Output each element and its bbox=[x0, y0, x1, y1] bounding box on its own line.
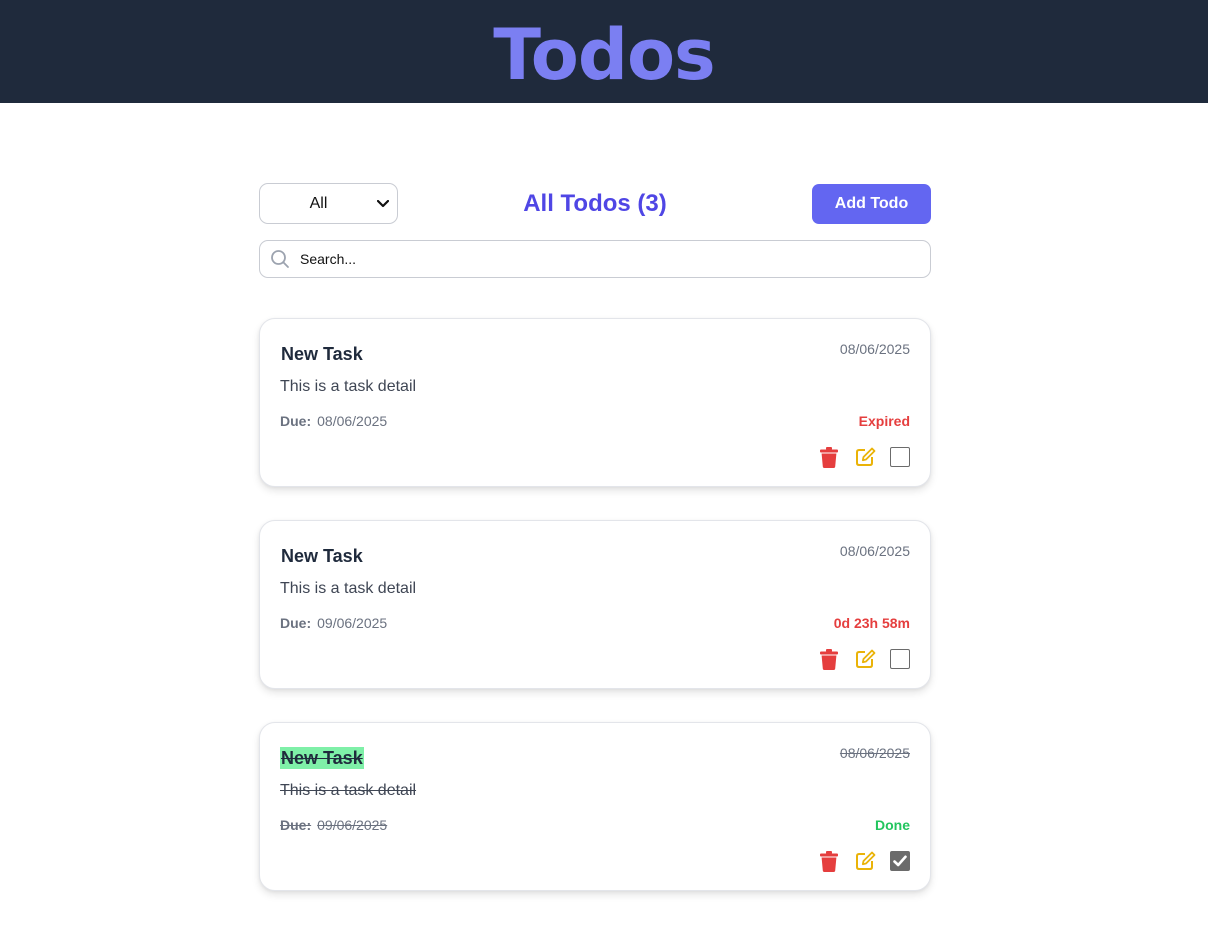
todo-container: All All Todos (3) Add Todo New Task 08/0… bbox=[259, 183, 931, 924]
search-icon bbox=[260, 249, 300, 269]
todo-actions bbox=[818, 648, 910, 670]
todo-title: New Task bbox=[281, 546, 363, 566]
due-date: 08/06/2025 bbox=[317, 413, 388, 429]
todo-status: Expired bbox=[858, 413, 910, 429]
complete-checkbox[interactable] bbox=[890, 851, 910, 871]
search-box bbox=[259, 240, 931, 278]
todo-title: New Task bbox=[281, 344, 363, 364]
due-date: 09/06/2025 bbox=[317, 615, 388, 631]
todo-title: New Task bbox=[280, 747, 364, 769]
toolbar: All All Todos (3) Add Todo bbox=[259, 183, 931, 224]
todo-card: New Task 08/06/2025 This is a task detai… bbox=[259, 520, 931, 689]
trash-icon[interactable] bbox=[818, 648, 840, 670]
search-input[interactable] bbox=[300, 244, 930, 274]
add-todo-button[interactable]: Add Todo bbox=[812, 184, 931, 224]
trash-icon[interactable] bbox=[818, 850, 840, 872]
todo-card: New Task 08/06/2025 This is a task detai… bbox=[259, 722, 931, 891]
todo-status: Done bbox=[875, 817, 910, 833]
todo-detail: This is a task detail bbox=[280, 378, 417, 395]
todo-actions bbox=[818, 446, 910, 468]
edit-icon[interactable] bbox=[854, 446, 876, 468]
due-date: 09/06/2025 bbox=[317, 817, 388, 833]
edit-icon[interactable] bbox=[854, 850, 876, 872]
todo-list: New Task 08/06/2025 This is a task detai… bbox=[259, 318, 931, 891]
todo-actions bbox=[818, 850, 910, 872]
checkmark-icon bbox=[893, 855, 907, 867]
edit-icon[interactable] bbox=[854, 648, 876, 670]
app-title: Todos bbox=[493, 14, 715, 96]
todo-created-date: 08/06/2025 bbox=[839, 543, 910, 559]
todo-card: New Task 08/06/2025 This is a task detai… bbox=[259, 318, 931, 487]
todo-due: Due: 08/06/2025 bbox=[280, 413, 387, 429]
todo-detail: This is a task detail bbox=[280, 580, 417, 597]
due-label: Due: bbox=[280, 817, 312, 833]
due-label: Due: bbox=[280, 615, 312, 631]
todo-due: Due: 09/06/2025 bbox=[280, 817, 387, 833]
app-header: Todos bbox=[0, 0, 1208, 103]
todo-status: 0d 23h 58m bbox=[833, 615, 910, 631]
complete-checkbox[interactable] bbox=[890, 649, 910, 669]
todo-due: Due: 09/06/2025 bbox=[280, 615, 387, 631]
todo-created-date: 08/06/2025 bbox=[839, 745, 910, 761]
due-label: Due: bbox=[280, 413, 312, 429]
todo-detail: This is a task detail bbox=[280, 782, 417, 799]
trash-icon[interactable] bbox=[818, 446, 840, 468]
complete-checkbox[interactable] bbox=[890, 447, 910, 467]
todo-created-date: 08/06/2025 bbox=[839, 341, 910, 357]
